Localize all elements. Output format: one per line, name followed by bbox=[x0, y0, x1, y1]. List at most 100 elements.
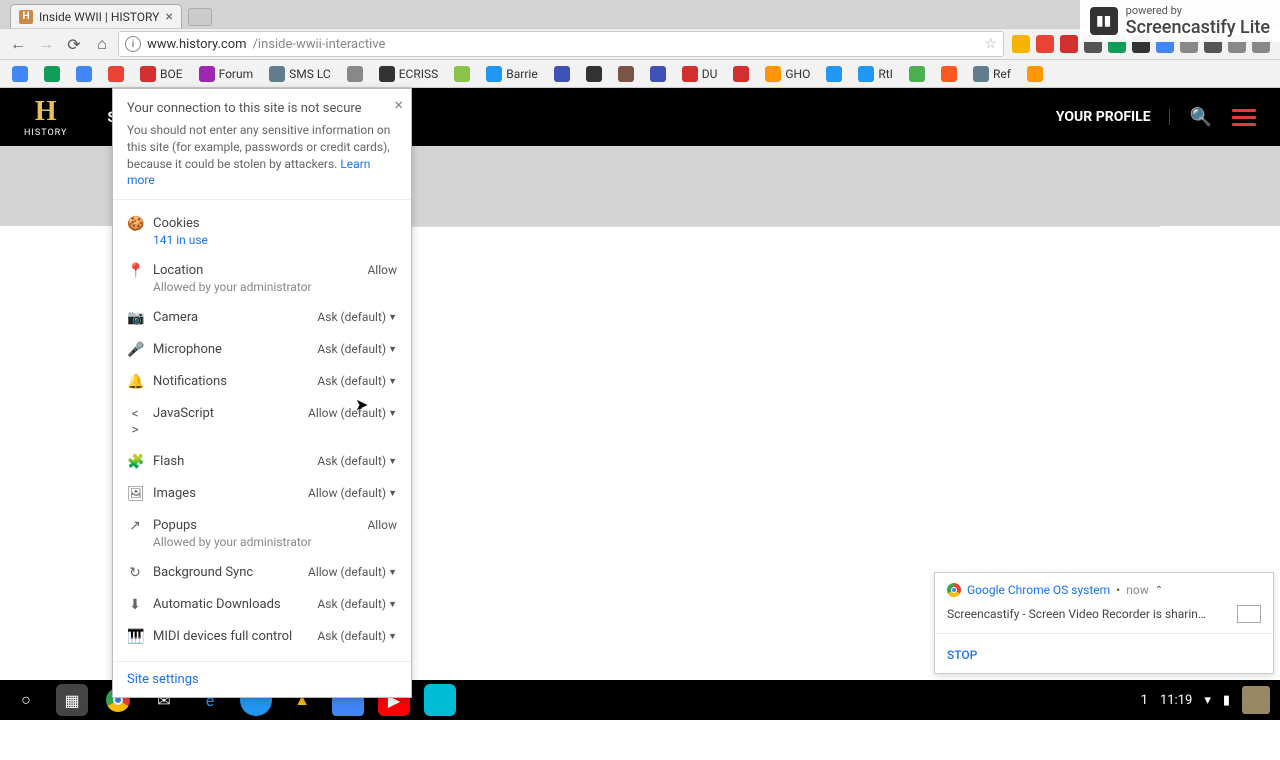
url-bar[interactable]: i www.history.com/inside-wwii-interactiv… bbox=[118, 31, 1004, 57]
bookmark-item[interactable] bbox=[580, 64, 608, 84]
popup-close-icon[interactable]: × bbox=[394, 95, 403, 114]
bookmark-item[interactable] bbox=[548, 64, 576, 84]
bookmark-favicon bbox=[909, 66, 925, 82]
bookmark-item[interactable] bbox=[448, 64, 476, 84]
permission-value[interactable]: Allow (default)▼ bbox=[308, 565, 397, 579]
clock[interactable]: 11:19 bbox=[1160, 693, 1192, 708]
permission-item: 🎤MicrophoneAsk (default)▼ bbox=[113, 334, 411, 366]
permission-value[interactable]: Ask (default)▼ bbox=[317, 629, 397, 643]
system-notification[interactable]: Google Chrome OS system • now ⌃ Screenca… bbox=[934, 572, 1274, 674]
ext-icon[interactable] bbox=[1036, 35, 1054, 53]
permission-value[interactable]: Ask (default)▼ bbox=[317, 374, 397, 388]
bookmark-item[interactable] bbox=[70, 64, 98, 84]
expand-icon[interactable]: ⌃ bbox=[1155, 585, 1163, 596]
permission-icon: 🎹 bbox=[127, 629, 143, 645]
bookmark-item[interactable] bbox=[903, 64, 931, 84]
tab-close-icon[interactable]: × bbox=[165, 9, 172, 25]
bookmark-item[interactable]: Barrie bbox=[480, 64, 543, 84]
bookmark-item[interactable]: Ref bbox=[967, 64, 1017, 84]
bookmark-item[interactable] bbox=[820, 64, 848, 84]
permission-label: Background Sync bbox=[153, 565, 298, 580]
browser-tab[interactable]: H Inside WWII | HISTORY × bbox=[10, 4, 182, 28]
permission-item: 🖼ImagesAllow (default)▼ bbox=[113, 478, 411, 510]
permission-item: ↻Background SyncAllow (default)▼ bbox=[113, 557, 411, 589]
bookmark-item[interactable]: GHO bbox=[759, 64, 816, 84]
bookmark-favicon bbox=[454, 66, 470, 82]
permission-value[interactable]: Ask (default)▼ bbox=[317, 342, 397, 356]
cookies-item[interactable]: 🍪 Cookies 141 in use bbox=[113, 208, 411, 255]
permission-icon: 🎤 bbox=[127, 342, 143, 358]
permission-label: Camera bbox=[153, 310, 307, 325]
bookmark-item[interactable] bbox=[612, 64, 640, 84]
user-avatar[interactable] bbox=[1242, 686, 1270, 714]
permission-sublabel: Allowed by your administrator bbox=[153, 535, 357, 549]
bookmark-favicon bbox=[108, 66, 124, 82]
wifi-icon[interactable]: ▾ bbox=[1204, 693, 1211, 708]
bookmark-favicon bbox=[554, 66, 570, 82]
launcher-icon[interactable]: ○ bbox=[10, 684, 42, 716]
bookmark-item[interactable] bbox=[1021, 64, 1049, 84]
hamburger-menu-icon[interactable] bbox=[1232, 109, 1256, 126]
app-icon[interactable] bbox=[424, 684, 456, 716]
bookmark-label: BOE bbox=[160, 67, 183, 81]
permission-label: PopupsAllowed by your administrator bbox=[153, 518, 357, 549]
cookies-label: Cookies bbox=[153, 216, 200, 231]
bookmark-item[interactable]: ECRISS bbox=[373, 64, 445, 84]
bookmark-label: Ref bbox=[993, 67, 1011, 81]
battery-icon[interactable]: ▮ bbox=[1223, 693, 1230, 708]
back-button[interactable]: ← bbox=[6, 32, 30, 56]
permission-value[interactable]: Allow (default)▼ bbox=[308, 486, 397, 500]
bookmark-favicon bbox=[486, 66, 502, 82]
your-profile-link[interactable]: YOUR PROFILE bbox=[1056, 109, 1170, 125]
bookmark-item[interactable] bbox=[727, 64, 755, 84]
bookmark-star-icon[interactable]: ☆ bbox=[984, 36, 997, 52]
permission-label: LocationAllowed by your administrator bbox=[153, 263, 357, 294]
bookmark-item[interactable]: Forum bbox=[193, 64, 260, 84]
permission-value[interactable]: Ask (default)▼ bbox=[317, 597, 397, 611]
bookmark-item[interactable] bbox=[935, 64, 963, 84]
permission-value[interactable]: Ask (default)▼ bbox=[317, 310, 397, 324]
cookies-count-link[interactable]: 141 in use bbox=[153, 233, 397, 247]
bookmark-favicon bbox=[733, 66, 749, 82]
dropdown-caret-icon: ▼ bbox=[388, 488, 397, 499]
bookmark-item[interactable] bbox=[6, 64, 34, 84]
popup-description: You should not enter any sensitive infor… bbox=[127, 122, 397, 189]
search-icon[interactable]: 🔍 bbox=[1190, 107, 1212, 128]
files-icon[interactable]: ▦ bbox=[56, 684, 88, 716]
permission-item: 🎹 MIDI devices full control Ask (default)▼ bbox=[113, 621, 411, 653]
bookmark-item[interactable]: DU bbox=[676, 64, 724, 84]
bookmark-favicon bbox=[586, 66, 602, 82]
site-info-icon[interactable]: i bbox=[125, 36, 141, 52]
bookmark-item[interactable]: BOE bbox=[134, 64, 189, 84]
permission-value[interactable]: Ask (default)▼ bbox=[317, 454, 397, 468]
dropdown-caret-icon: ▼ bbox=[388, 599, 397, 610]
bookmark-item[interactable] bbox=[102, 64, 130, 84]
notification-body: Screencastify - Screen Video Recorder is… bbox=[947, 607, 1206, 621]
stop-button[interactable]: STOP bbox=[947, 648, 977, 662]
reload-button[interactable]: ⟳ bbox=[62, 32, 86, 56]
cookie-icon: 🍪 bbox=[127, 216, 143, 232]
bookmarks-bar: BOE ForumSMS LC ECRISS Barrie DU GHO RtI Ref bbox=[0, 60, 1280, 88]
permission-icon: < > bbox=[127, 406, 143, 438]
ext-icon[interactable] bbox=[1060, 35, 1078, 53]
site-settings-link[interactable]: Site settings bbox=[127, 672, 199, 687]
bookmark-item[interactable] bbox=[341, 64, 369, 84]
notification-count[interactable]: 1 bbox=[1141, 693, 1148, 708]
site-logo[interactable]: H HISTORY bbox=[24, 96, 67, 138]
bookmark-item[interactable] bbox=[38, 64, 66, 84]
bookmark-favicon bbox=[76, 66, 92, 82]
ext-icon[interactable] bbox=[1012, 35, 1030, 53]
bookmark-label: ECRISS bbox=[399, 67, 439, 81]
bookmark-favicon bbox=[1027, 66, 1043, 82]
bookmark-item[interactable] bbox=[644, 64, 672, 84]
bookmark-item[interactable]: RtI bbox=[852, 64, 899, 84]
forward-button[interactable]: → bbox=[34, 32, 58, 56]
home-button[interactable]: ⌂ bbox=[90, 32, 114, 56]
new-tab-button[interactable] bbox=[188, 8, 212, 26]
permission-item: 📷CameraAsk (default)▼ bbox=[113, 302, 411, 334]
permission-value[interactable]: Allow (default)▼ bbox=[308, 406, 397, 420]
dropdown-caret-icon: ▼ bbox=[388, 567, 397, 578]
bookmark-label: RtI bbox=[878, 67, 893, 81]
bookmark-item[interactable]: SMS LC bbox=[263, 64, 337, 84]
permission-label: MIDI devices full control bbox=[153, 629, 307, 644]
